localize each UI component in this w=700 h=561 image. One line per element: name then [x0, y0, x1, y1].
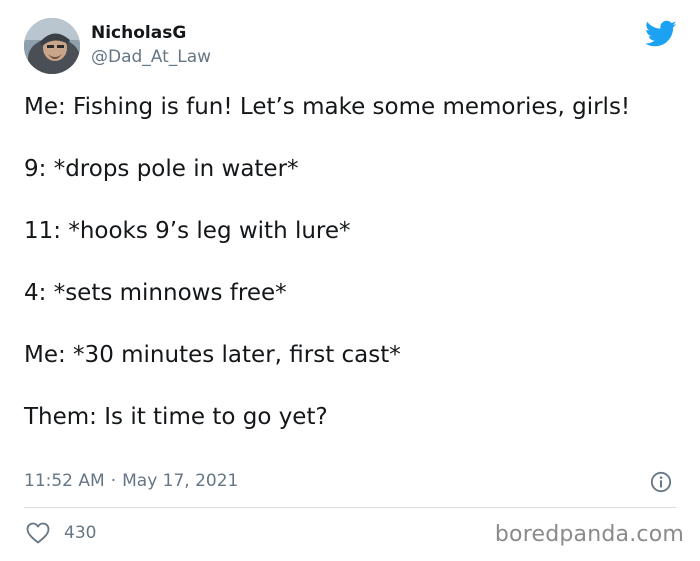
author-name[interactable]: NicholasG	[91, 22, 186, 44]
avatar[interactable]	[24, 18, 80, 74]
watermark: boredpanda.com	[494, 522, 684, 547]
tweet-date[interactable]: May 17, 2021	[122, 471, 238, 491]
like-count: 430	[64, 523, 97, 543]
tweet-card: NicholasG @Dad_At_Law Me: Fishing is fun…	[0, 0, 700, 561]
avatar-image	[24, 18, 80, 74]
tweet-timestamp[interactable]: 11:52 AM · May 17, 2021	[24, 470, 238, 492]
tweet-paragraph: Them: Is it time to go yet?	[24, 404, 328, 430]
divider	[24, 507, 676, 508]
author-handle[interactable]: @Dad_At_Law	[91, 46, 211, 68]
info-icon[interactable]	[650, 471, 672, 493]
tweet-paragraph: Me: *30 minutes later, first cast*	[24, 342, 401, 368]
tweet-text: Me: Fishing is fun! Let’s make some memo…	[24, 92, 674, 433]
twitter-bird-icon[interactable]	[645, 20, 677, 48]
tweet-paragraph: 11: *hooks 9’s leg with lure*	[24, 218, 351, 244]
tweet-paragraph: Me: Fishing is fun! Let’s make some memo…	[24, 94, 631, 120]
like-button[interactable]: 430	[26, 521, 96, 545]
heart-icon[interactable]	[26, 522, 50, 544]
tweet-time[interactable]: 11:52 AM	[24, 471, 105, 491]
tweet-paragraph: 9: *drops pole in water*	[24, 156, 299, 182]
timestamp-separator: ·	[110, 471, 117, 491]
tweet-paragraph: 4: *sets minnows free*	[24, 280, 287, 306]
